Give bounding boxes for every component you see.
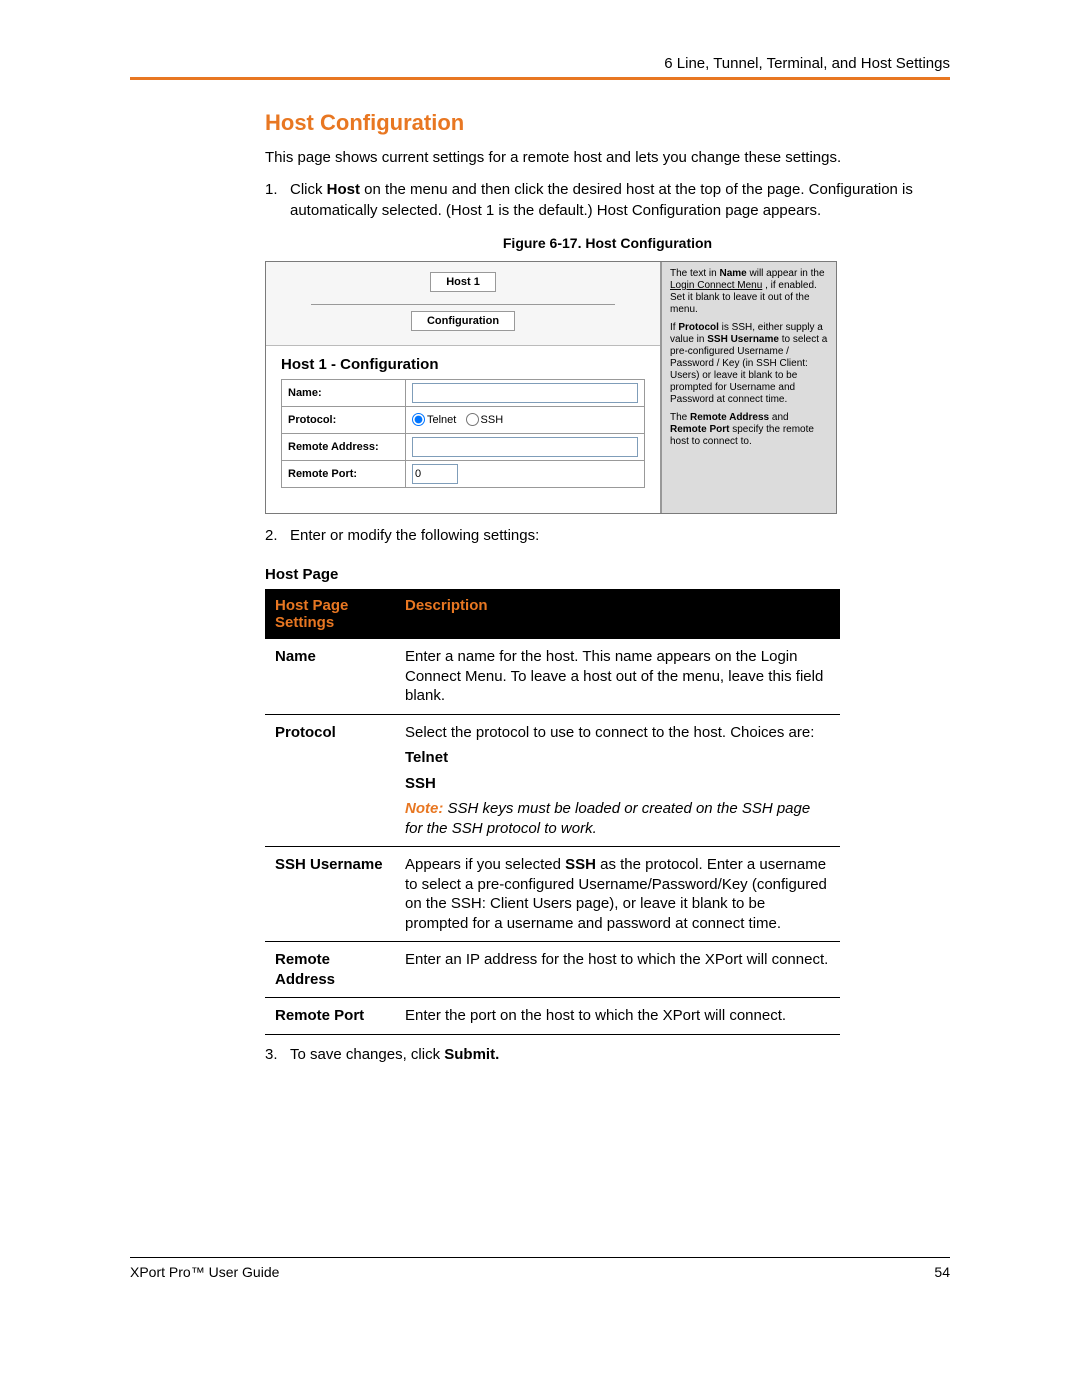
table-row: SSH Username Appears if you selected SSH… [265, 847, 840, 942]
step-2: 2. Enter or modify the following setting… [265, 526, 950, 546]
table-row: Remote Port Enter the port on the host t… [265, 998, 840, 1035]
radio-ssh-label[interactable]: SSH [466, 414, 504, 426]
table-row: Protocol Select the protocol to use to c… [265, 714, 840, 847]
label-protocol: Protocol: [282, 406, 406, 433]
step1-pre: Click [290, 181, 327, 198]
host-page-subtitle: Host Page [265, 566, 950, 583]
config-form-table: Name: Protocol: Telnet SSH Remote Addres… [281, 379, 645, 488]
section-intro: This page shows current settings for a r… [265, 148, 950, 168]
footer-title: XPort Pro™ User Guide [130, 1264, 279, 1280]
radio-telnet-label[interactable]: Telnet [412, 414, 456, 426]
radio-ssh[interactable] [466, 413, 479, 426]
host-page-settings-table: Host Page Settings Description Name Ente… [265, 589, 840, 1035]
header-divider [130, 77, 950, 80]
host-config-screenshot: Host 1 Configuration Host 1 - Configurat… [265, 261, 837, 514]
step-1: 1. Click Host on the menu and then click… [265, 180, 950, 221]
help-panel: The text in Name will appear in the Logi… [661, 262, 836, 513]
radio-telnet[interactable] [412, 413, 425, 426]
configuration-tab[interactable]: Configuration [411, 311, 515, 331]
table-row: Remote Address Enter an IP address for t… [265, 942, 840, 998]
section-title: Host Configuration [265, 110, 950, 136]
remote-address-input[interactable] [412, 437, 638, 457]
step1-post: on the menu and then click the desired h… [290, 181, 913, 218]
telnet-text: Telnet [427, 414, 456, 426]
figure-caption: Figure 6-17. Host Configuration [265, 235, 950, 251]
page-header-chapter: 6 Line, Tunnel, Terminal, and Host Setti… [130, 55, 950, 72]
label-remote-address: Remote Address: [282, 433, 406, 460]
label-remote-port: Remote Port: [282, 460, 406, 487]
name-input[interactable] [412, 383, 638, 403]
ssh-text: SSH [481, 414, 504, 426]
screenshot-heading: Host 1 - Configuration [281, 356, 645, 373]
host1-button[interactable]: Host 1 [430, 272, 496, 292]
step-3: 3. To save changes, click Submit. [265, 1045, 950, 1065]
page-footer: XPort Pro™ User Guide 54 [130, 1257, 950, 1280]
col-description: Description [395, 589, 840, 639]
label-name: Name: [282, 379, 406, 406]
page-number: 54 [934, 1264, 950, 1280]
table-row: Name Enter a name for the host. This nam… [265, 639, 840, 714]
col-settings: Host Page Settings [265, 589, 395, 639]
remote-port-input[interactable] [412, 464, 458, 484]
step1-bold: Host [327, 181, 360, 198]
